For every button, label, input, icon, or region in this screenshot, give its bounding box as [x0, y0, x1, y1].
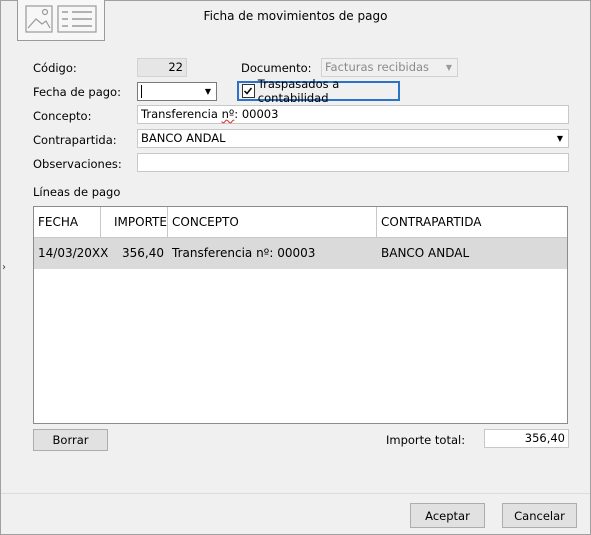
importe-total-field: 356,40 — [484, 429, 569, 448]
column-header-concepto[interactable]: CONCEPTO — [168, 207, 377, 238]
spellcheck-word: nº — [221, 107, 235, 121]
triangle-down-icon[interactable]: ▼ — [552, 130, 568, 147]
checkmark-icon[interactable] — [242, 84, 255, 98]
cell-contrapartida: BANCO ANDAL — [381, 246, 470, 260]
codigo-label: Código: — [33, 61, 77, 75]
importe-total-label: Importe total: — [386, 433, 466, 447]
codigo-field: 22 — [137, 58, 187, 77]
lineas-pago-grid[interactable]: FECHA IMPORTE CONCEPTO CONTRAPARTIDA 14/… — [33, 206, 568, 424]
column-header-fecha[interactable]: FECHA — [34, 207, 101, 238]
fecha-pago-label: Fecha de pago: — [33, 85, 121, 99]
table-row[interactable]: 14/03/20XX 356,40 Transferencia nº: 0000… — [34, 238, 567, 269]
cell-fecha: 14/03/20XX — [38, 246, 109, 260]
contrapartida-select[interactable]: BANCO ANDAL ▼ — [137, 129, 569, 148]
borrar-button[interactable]: Borrar — [33, 429, 108, 451]
chevron-right-icon: › — [2, 262, 6, 273]
documento-select: Facturas recibidas ▼ — [321, 58, 458, 77]
concepto-field[interactable]: Transferencia nº: 00003 — [137, 105, 569, 124]
concepto-label: Concepto: — [33, 109, 92, 123]
observaciones-label: Observaciones: — [33, 157, 122, 171]
text-cursor — [141, 85, 142, 98]
column-header-importe[interactable]: IMPORTE — [101, 207, 168, 238]
lineas-pago-label: Líneas de pago — [33, 185, 121, 199]
traspasados-label: Traspasados a contabilidad — [257, 77, 340, 105]
fecha-pago-field[interactable]: ▼ — [137, 82, 217, 101]
cancelar-button[interactable]: Cancelar — [502, 503, 577, 528]
traspasados-checkbox[interactable]: Traspasados a contabilidad — [237, 77, 400, 105]
documento-value: Facturas recibidas — [325, 60, 430, 74]
documento-label: Documento: — [241, 61, 312, 75]
observaciones-field[interactable] — [137, 153, 569, 172]
contrapartida-label: Contrapartida: — [33, 133, 117, 147]
aceptar-button[interactable]: Aceptar — [410, 503, 485, 528]
window-title: Ficha de movimientos de pago — [203, 9, 388, 23]
footer-divider — [1, 493, 590, 494]
contrapartida-value: BANCO ANDAL — [141, 131, 226, 145]
column-header-contrapartida[interactable]: CONTRAPARTIDA — [377, 207, 567, 238]
cell-importe: 356,40 — [122, 246, 164, 260]
triangle-down-icon: ▼ — [445, 63, 453, 72]
cell-concepto: Transferencia nº: 00003 — [172, 246, 316, 260]
triangle-down-icon[interactable]: ▼ — [200, 83, 216, 100]
